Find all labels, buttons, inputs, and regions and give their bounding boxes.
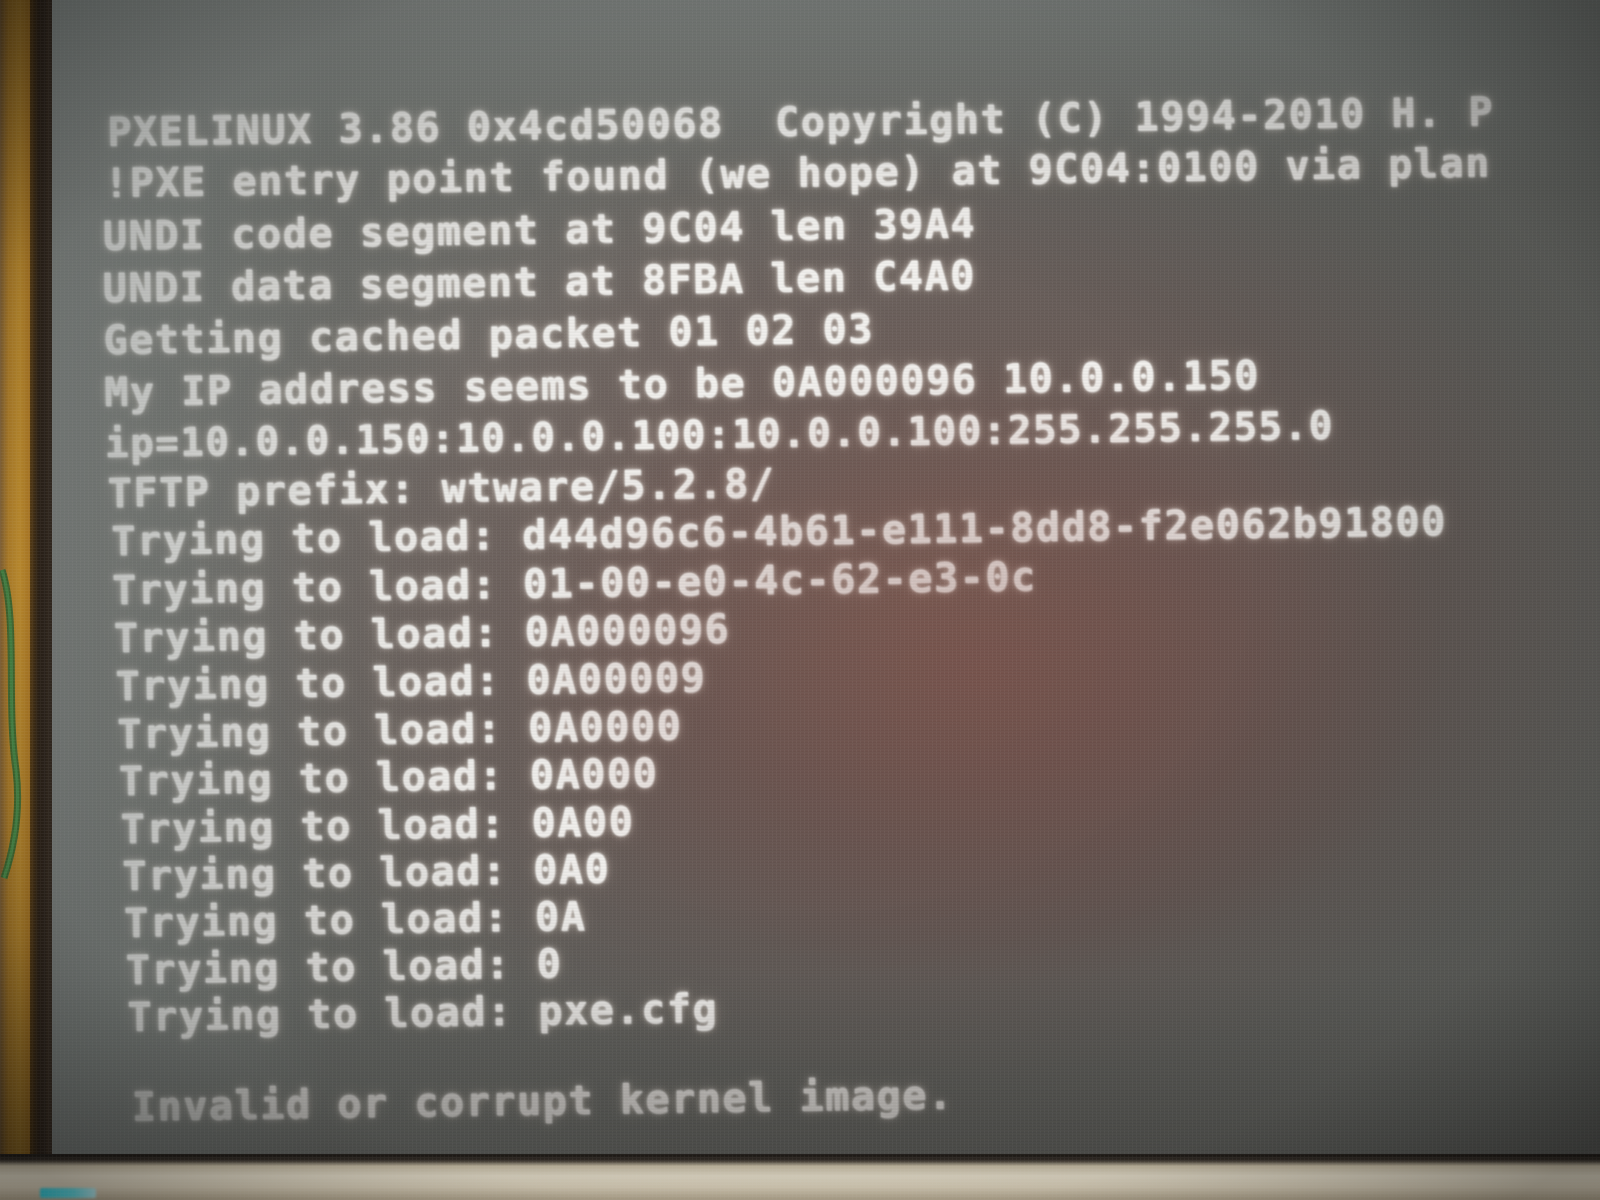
console-line-trying-load-hex-3: Trying to load: 0A0	[122, 846, 611, 900]
green-cable	[0, 560, 30, 880]
console-line-trying-load-hex-7: Trying to load: 0A00009	[115, 655, 707, 710]
console-line-error-message: Invalid or corrupt kernel image.	[131, 1072, 954, 1131]
console-line-trying-load-hex-4: Trying to load: 0A00	[120, 799, 635, 853]
console-line-trying-load-hex-8: Trying to load: 0A000096	[113, 606, 731, 662]
console-line-trying-load-hex-1: Trying to load: 0	[125, 941, 563, 994]
console-line-trying-load-mac: Trying to load: 01-00-e0-4c-62-e3-0c	[111, 554, 1037, 614]
monitor-screen: PXELINUX 3.86 0x4cd50068 Copyright (C) 1…	[52, 0, 1600, 1158]
monitor-photo: PXELINUX 3.86 0x4cd50068 Copyright (C) 1…	[0, 0, 1600, 1200]
console-line-trying-load-hex-2: Trying to load: 0A	[123, 893, 587, 947]
console-line-ip-parameters: ip=10.0.0.150:10.0.0.100:10.0.0.100:255.…	[104, 403, 1335, 468]
monitor-bezel-bottom	[0, 1154, 1600, 1200]
console-line-trying-load-hex-6: Trying to load: 0A0000	[116, 703, 683, 758]
console-line-my-ip-address: My IP address seems to be 0A000096 10.0.…	[103, 352, 1261, 417]
console-line-undi-code-segment: UNDI code segment at 9C04 len 39A4	[102, 201, 977, 261]
console-line-trying-load-hex-5: Trying to load: 0A000	[118, 750, 659, 805]
power-led-indicator	[40, 1188, 96, 1198]
console-line-cached-packet: Getting cached packet 01 02 03	[103, 306, 875, 365]
console-line-undi-data-segment: UNDI data segment at 8FBA len C4A0	[102, 253, 977, 313]
console-line-tftp-prefix: TFTP prefix: wtware/5.2.8/	[107, 461, 776, 517]
console-line-trying-load-pxe-cfg: Trying to load: pxe.cfg	[127, 986, 719, 1041]
pxelinux-console: PXELINUX 3.86 0x4cd50068 Copyright (C) 1…	[52, 0, 1600, 1158]
